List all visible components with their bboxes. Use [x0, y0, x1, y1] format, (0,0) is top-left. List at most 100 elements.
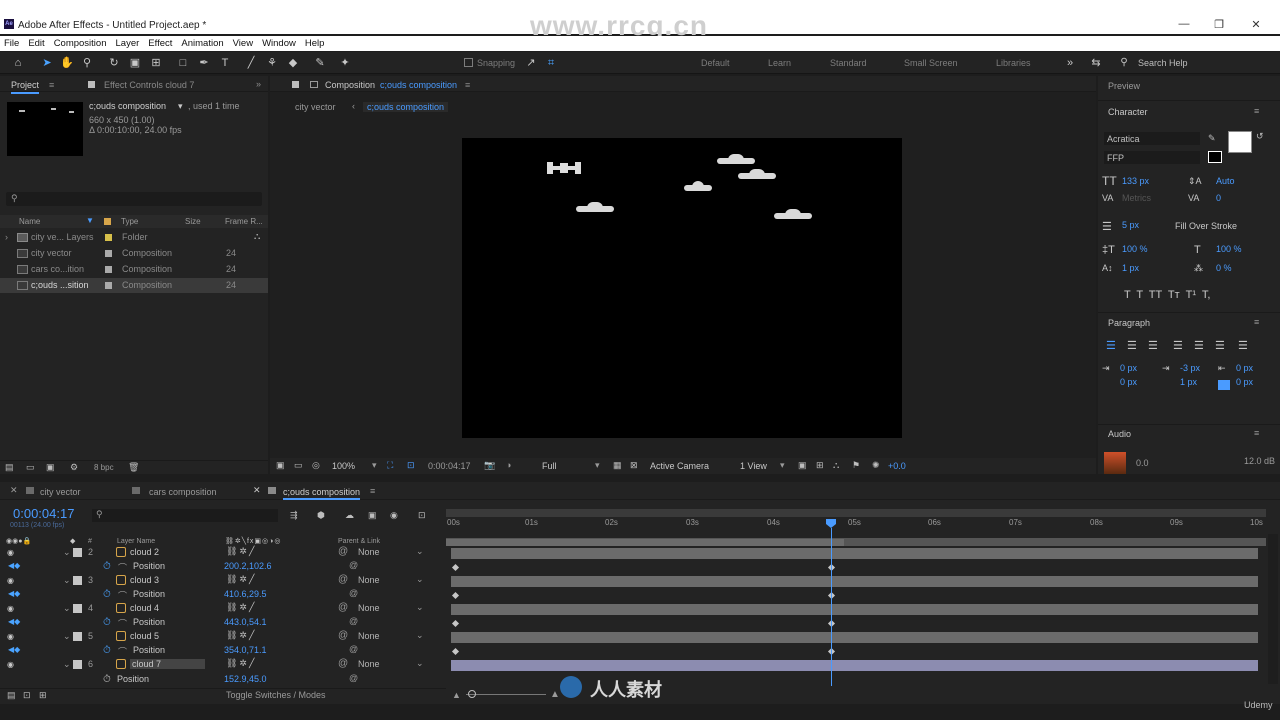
property-row[interactable]: ◀◆ ⏱ ⌒ Position 443.0,54.1 @ — [0, 616, 446, 630]
timeline-search-input[interactable]: ⚲ — [92, 509, 278, 522]
menu-window[interactable]: Window — [262, 38, 296, 49]
font-family-dropdown[interactable]: Acratica — [1104, 132, 1200, 145]
close-icon[interactable]: ✕ — [253, 485, 261, 496]
workspace-learn[interactable]: Learn — [768, 58, 791, 68]
resolution-dropdown[interactable]: Full — [542, 461, 557, 471]
keyframe-navigator-icon[interactable]: ◀◆ — [8, 589, 20, 598]
eraser-tool-icon[interactable]: ◆ — [286, 56, 300, 70]
panel-menu-icon[interactable]: ≡ — [1254, 106, 1259, 116]
align-left-icon[interactable]: ☰ — [1106, 339, 1116, 352]
project-item[interactable]: city vector Composition 24 — [0, 246, 268, 261]
layer-name[interactable]: cloud 4 — [130, 603, 159, 613]
exposure-value[interactable]: +0.0 — [888, 461, 906, 471]
tab-project[interactable]: Project — [11, 80, 40, 94]
column-parent-link[interactable]: Parent & Link — [338, 538, 380, 545]
vr-goggles-icon[interactable]: ◎ — [312, 460, 320, 471]
tab-city-vector[interactable]: city vector — [40, 487, 81, 497]
pen-tool-icon[interactable]: ✒ — [197, 56, 211, 70]
horizontal-scale-value[interactable]: 100 % — [1216, 244, 1242, 254]
work-area-bar[interactable] — [446, 509, 1266, 517]
label-swatch[interactable] — [73, 604, 82, 613]
expand-arrow-icon[interactable]: ⌄ — [63, 631, 71, 642]
justify-right-icon[interactable]: ☰ — [1215, 339, 1225, 352]
stopwatch-icon[interactable]: ⏱ — [103, 617, 111, 628]
workspace-small-screen[interactable]: Small Screen — [904, 58, 958, 68]
layer-name[interactable]: cloud 5 — [130, 631, 159, 641]
roto-brush-tool-icon[interactable]: ✎ — [313, 56, 327, 70]
chevron-down-icon[interactable]: ⌄ — [416, 574, 424, 585]
expand-arrow-icon[interactable]: ⌄ — [63, 575, 71, 586]
font-size-value[interactable]: 133 px — [1122, 176, 1149, 186]
zoom-tool-icon[interactable]: ⚲ — [80, 56, 94, 70]
position-value[interactable]: 152.9,45.0 — [224, 674, 267, 684]
layer-duration-bar[interactable] — [451, 632, 1258, 643]
keyframe-navigator-icon[interactable]: ◀◆ — [8, 645, 20, 654]
pick-whip-icon[interactable]: @ — [338, 658, 348, 669]
sync-settings-icon[interactable]: ⇆ — [1089, 56, 1103, 70]
keyframe-navigator-icon[interactable]: ◀◆ — [8, 617, 20, 626]
layer-name[interactable]: cloud 7 — [130, 659, 206, 669]
tsume-value[interactable]: 0 % — [1216, 263, 1232, 273]
expand-arrow-icon[interactable]: ⌄ — [63, 659, 71, 670]
layer-row[interactable]: ◉ ⌄ 3 cloud 3 ⛓✲╱ @ None ⌄ — [0, 574, 446, 588]
stroke-width-value[interactable]: 5 px — [1122, 220, 1139, 230]
clone-stamp-tool-icon[interactable]: ⚘ — [265, 56, 279, 70]
stroke-mode-dropdown[interactable]: Fill Over Stroke — [1175, 221, 1237, 231]
project-item[interactable]: › city ve... Layers Folder ⛬ — [0, 230, 268, 245]
stroke-color-swatch[interactable] — [1208, 151, 1222, 163]
hand-tool-icon[interactable]: ✋ — [60, 56, 74, 70]
timeline-vertical-scrollbar[interactable] — [1268, 534, 1278, 684]
pan-behind-tool-icon[interactable]: ⊞ — [149, 56, 163, 70]
chevron-down-icon[interactable]: ⌄ — [416, 658, 424, 669]
parent-dropdown[interactable]: None — [358, 575, 380, 585]
property-row[interactable]: ◀◆ ⏱ ⌒ Position 410.6,29.5 @ — [0, 588, 446, 602]
sort-arrow-icon[interactable]: ▼ — [86, 216, 94, 225]
chevron-down-icon[interactable]: ⌄ — [416, 546, 424, 557]
stopwatch-icon[interactable]: ⏱ — [103, 645, 111, 656]
new-comp-icon[interactable]: ▣ — [46, 462, 55, 473]
column-layer-name[interactable]: Layer Name — [117, 538, 155, 545]
snap-options-icon[interactable]: ↗ — [524, 56, 538, 70]
zoom-slider-thumb[interactable] — [468, 690, 476, 698]
justify-center-icon[interactable]: ☰ — [1194, 339, 1204, 352]
menu-effect[interactable]: Effect — [148, 38, 172, 49]
kerning-value[interactable]: Metrics — [1122, 193, 1151, 203]
region-of-interest-icon[interactable]: ⊡ — [407, 460, 415, 471]
indent-left-value[interactable]: 0 px — [1120, 363, 1137, 373]
snap-grid-icon[interactable]: ⌗ — [544, 56, 558, 70]
expression-pick-whip-icon[interactable]: @ — [349, 616, 358, 626]
eye-icon[interactable]: ◉ — [7, 632, 15, 641]
parent-dropdown[interactable]: None — [358, 631, 380, 641]
layer-switches[interactable]: ⛓✲╱ — [226, 602, 256, 613]
position-value[interactable]: 410.6,29.5 — [224, 589, 267, 599]
close-button[interactable]: ✕ — [1244, 18, 1268, 31]
stretch-icon[interactable]: ⊞ — [39, 690, 47, 701]
project-item[interactable]: c;ouds ...sition Composition 24 — [0, 278, 268, 293]
type-tool-icon[interactable]: T — [218, 56, 232, 70]
camera-view-dropdown[interactable]: Active Camera — [650, 461, 709, 471]
layer-row[interactable]: ◉ ⌄ 4 cloud 4 ⛓✲╱ @ None ⌄ — [0, 602, 446, 616]
text-style-buttons[interactable]: T T TT Tт T¹ T, — [1124, 289, 1210, 301]
chevron-down-icon[interactable]: ▾ — [372, 460, 377, 471]
layer-duration-bar[interactable] — [451, 548, 1258, 559]
puppet-tool-icon[interactable]: ✦ — [338, 56, 352, 70]
keyframe-navigator-icon[interactable]: ◀◆ — [8, 561, 20, 570]
brush-tool-icon[interactable]: ╱ — [244, 56, 258, 70]
zoom-out-icon[interactable]: ▲ — [452, 690, 461, 700]
menu-file[interactable]: File — [4, 38, 19, 49]
tab-cars-composition[interactable]: cars composition — [149, 487, 217, 497]
space-before-value[interactable]: 0 px — [1120, 377, 1137, 387]
menu-composition[interactable]: Composition — [54, 38, 107, 49]
vertical-scale-value[interactable]: 100 % — [1122, 244, 1148, 254]
graph-editor-icon[interactable]: ⊡ — [418, 510, 426, 521]
comp-mini-flowchart-icon[interactable]: ⇶ — [290, 510, 298, 521]
leading-value[interactable]: Auto — [1216, 176, 1235, 186]
label-swatch[interactable] — [73, 576, 82, 585]
pick-whip-icon[interactable]: @ — [338, 602, 348, 613]
eye-icon[interactable]: ◉ — [7, 604, 15, 613]
pixel-aspect-icon[interactable]: ▣ — [798, 460, 807, 471]
snapping-checkbox[interactable] — [464, 58, 473, 67]
reset-exposure-icon[interactable]: ✺ — [872, 460, 880, 471]
toggle-switches-modes[interactable]: Toggle Switches / Modes — [226, 690, 326, 700]
trash-icon[interactable]: 🗑 — [128, 462, 139, 473]
